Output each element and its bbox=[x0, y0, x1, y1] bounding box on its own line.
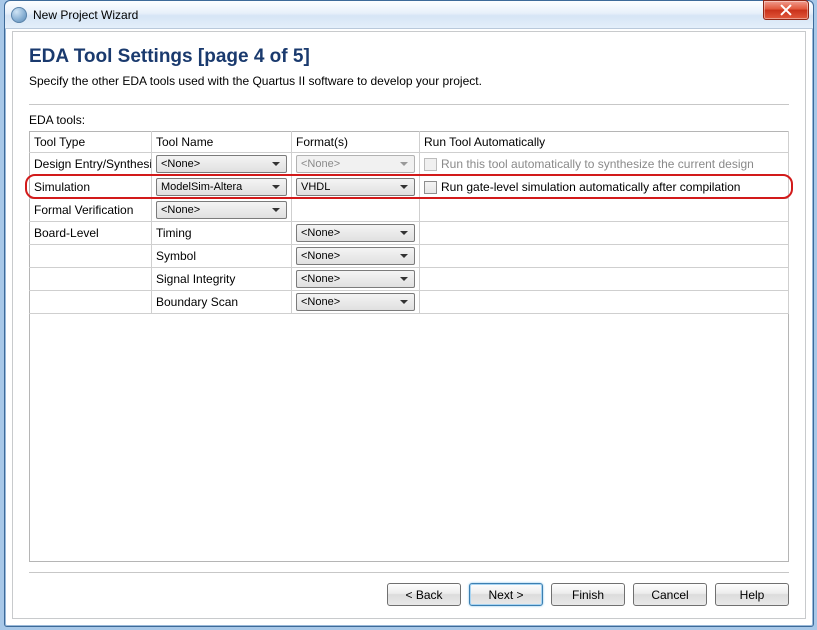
simulation-format-dropdown[interactable]: VHDL bbox=[296, 178, 415, 196]
wizard-window: New Project Wizard EDA Tool Settings [pa… bbox=[4, 0, 814, 627]
eda-tools-table: Tool Type Tool Name Format(s) Run Tool A… bbox=[29, 131, 789, 314]
eda-tools-table-wrap: Tool Type Tool Name Format(s) Run Tool A… bbox=[29, 131, 789, 314]
dropdown-value: <None> bbox=[301, 158, 340, 170]
chevron-down-icon bbox=[396, 226, 412, 240]
cell-sub: Signal Integrity bbox=[152, 268, 292, 291]
cell-sub: Symbol bbox=[152, 245, 292, 268]
next-button[interactable]: Next > bbox=[469, 583, 543, 606]
help-button[interactable]: Help bbox=[715, 583, 789, 606]
formal-verification-tool-dropdown[interactable]: <None> bbox=[156, 201, 287, 219]
dropdown-value: ModelSim-Altera bbox=[161, 181, 242, 193]
row-simulation: Simulation ModelSim-Altera VHDL bbox=[30, 176, 789, 199]
chevron-down-icon bbox=[396, 295, 412, 309]
close-icon bbox=[780, 4, 792, 16]
dropdown-value: VHDL bbox=[301, 181, 330, 193]
close-button[interactable] bbox=[763, 0, 809, 20]
wizard-footer: < Back Next > Finish Cancel Help bbox=[29, 572, 789, 606]
timing-format-dropdown[interactable]: <None> bbox=[296, 224, 415, 242]
dropdown-value: <None> bbox=[161, 158, 200, 170]
design-entry-auto-label: Run this tool automatically to synthesiz… bbox=[441, 157, 754, 171]
section-label: EDA tools: bbox=[29, 113, 789, 127]
dropdown-value: <None> bbox=[301, 250, 340, 262]
cancel-button[interactable]: Cancel bbox=[633, 583, 707, 606]
table-header-row: Tool Type Tool Name Format(s) Run Tool A… bbox=[30, 132, 789, 153]
page-subtitle: Specify the other EDA tools used with th… bbox=[29, 74, 789, 88]
cell-sub: Timing bbox=[152, 222, 292, 245]
col-formats: Format(s) bbox=[292, 132, 420, 153]
col-tool-name: Tool Name bbox=[152, 132, 292, 153]
signal-integrity-format-dropdown[interactable]: <None> bbox=[296, 270, 415, 288]
dropdown-value: <None> bbox=[301, 227, 340, 239]
dropdown-value: <None> bbox=[301, 273, 340, 285]
boundary-scan-format-dropdown[interactable]: <None> bbox=[296, 293, 415, 311]
chevron-down-icon bbox=[268, 157, 284, 171]
titlebar: New Project Wizard bbox=[5, 1, 813, 29]
page-heading: EDA Tool Settings [page 4 of 5] bbox=[29, 46, 789, 68]
back-button[interactable]: < Back bbox=[387, 583, 461, 606]
col-tool-type: Tool Type bbox=[30, 132, 152, 153]
cell-type: Formal Verification bbox=[30, 199, 152, 222]
design-entry-tool-dropdown[interactable]: <None> bbox=[156, 155, 287, 173]
design-entry-auto-checkbox bbox=[424, 158, 437, 171]
row-board-level-boundary-scan: Boundary Scan <None> bbox=[30, 291, 789, 314]
chevron-down-icon bbox=[396, 157, 412, 171]
cell-sub: Boundary Scan bbox=[152, 291, 292, 314]
symbol-format-dropdown[interactable]: <None> bbox=[296, 247, 415, 265]
chevron-down-icon bbox=[268, 180, 284, 194]
window-title: New Project Wizard bbox=[33, 8, 138, 22]
app-icon bbox=[11, 7, 27, 23]
chevron-down-icon bbox=[396, 249, 412, 263]
simulation-auto-checkbox[interactable] bbox=[424, 181, 437, 194]
design-entry-format-dropdown: <None> bbox=[296, 155, 415, 173]
cell-type: Design Entry/Synthesis bbox=[30, 153, 152, 176]
row-formal-verification: Formal Verification <None> bbox=[30, 199, 789, 222]
cell-type: Board-Level bbox=[30, 222, 152, 245]
row-board-level-signal-integrity: Signal Integrity <None> bbox=[30, 268, 789, 291]
table-empty-area bbox=[29, 314, 789, 562]
chevron-down-icon bbox=[268, 203, 284, 217]
dropdown-value: <None> bbox=[301, 296, 340, 308]
row-board-level-symbol: Symbol <None> bbox=[30, 245, 789, 268]
row-board-level-timing: Board-Level Timing <None> bbox=[30, 222, 789, 245]
row-design-entry: Design Entry/Synthesis <None> <None> bbox=[30, 153, 789, 176]
simulation-tool-dropdown[interactable]: ModelSim-Altera bbox=[156, 178, 287, 196]
chevron-down-icon bbox=[396, 180, 412, 194]
divider bbox=[29, 104, 789, 105]
col-run-auto: Run Tool Automatically bbox=[420, 132, 789, 153]
simulation-auto-label: Run gate-level simulation automatically … bbox=[441, 180, 740, 194]
chevron-down-icon bbox=[396, 272, 412, 286]
cell-type: Simulation bbox=[30, 176, 152, 199]
finish-button[interactable]: Finish bbox=[551, 583, 625, 606]
dropdown-value: <None> bbox=[161, 204, 200, 216]
client-area: EDA Tool Settings [page 4 of 5] Specify … bbox=[12, 31, 806, 619]
